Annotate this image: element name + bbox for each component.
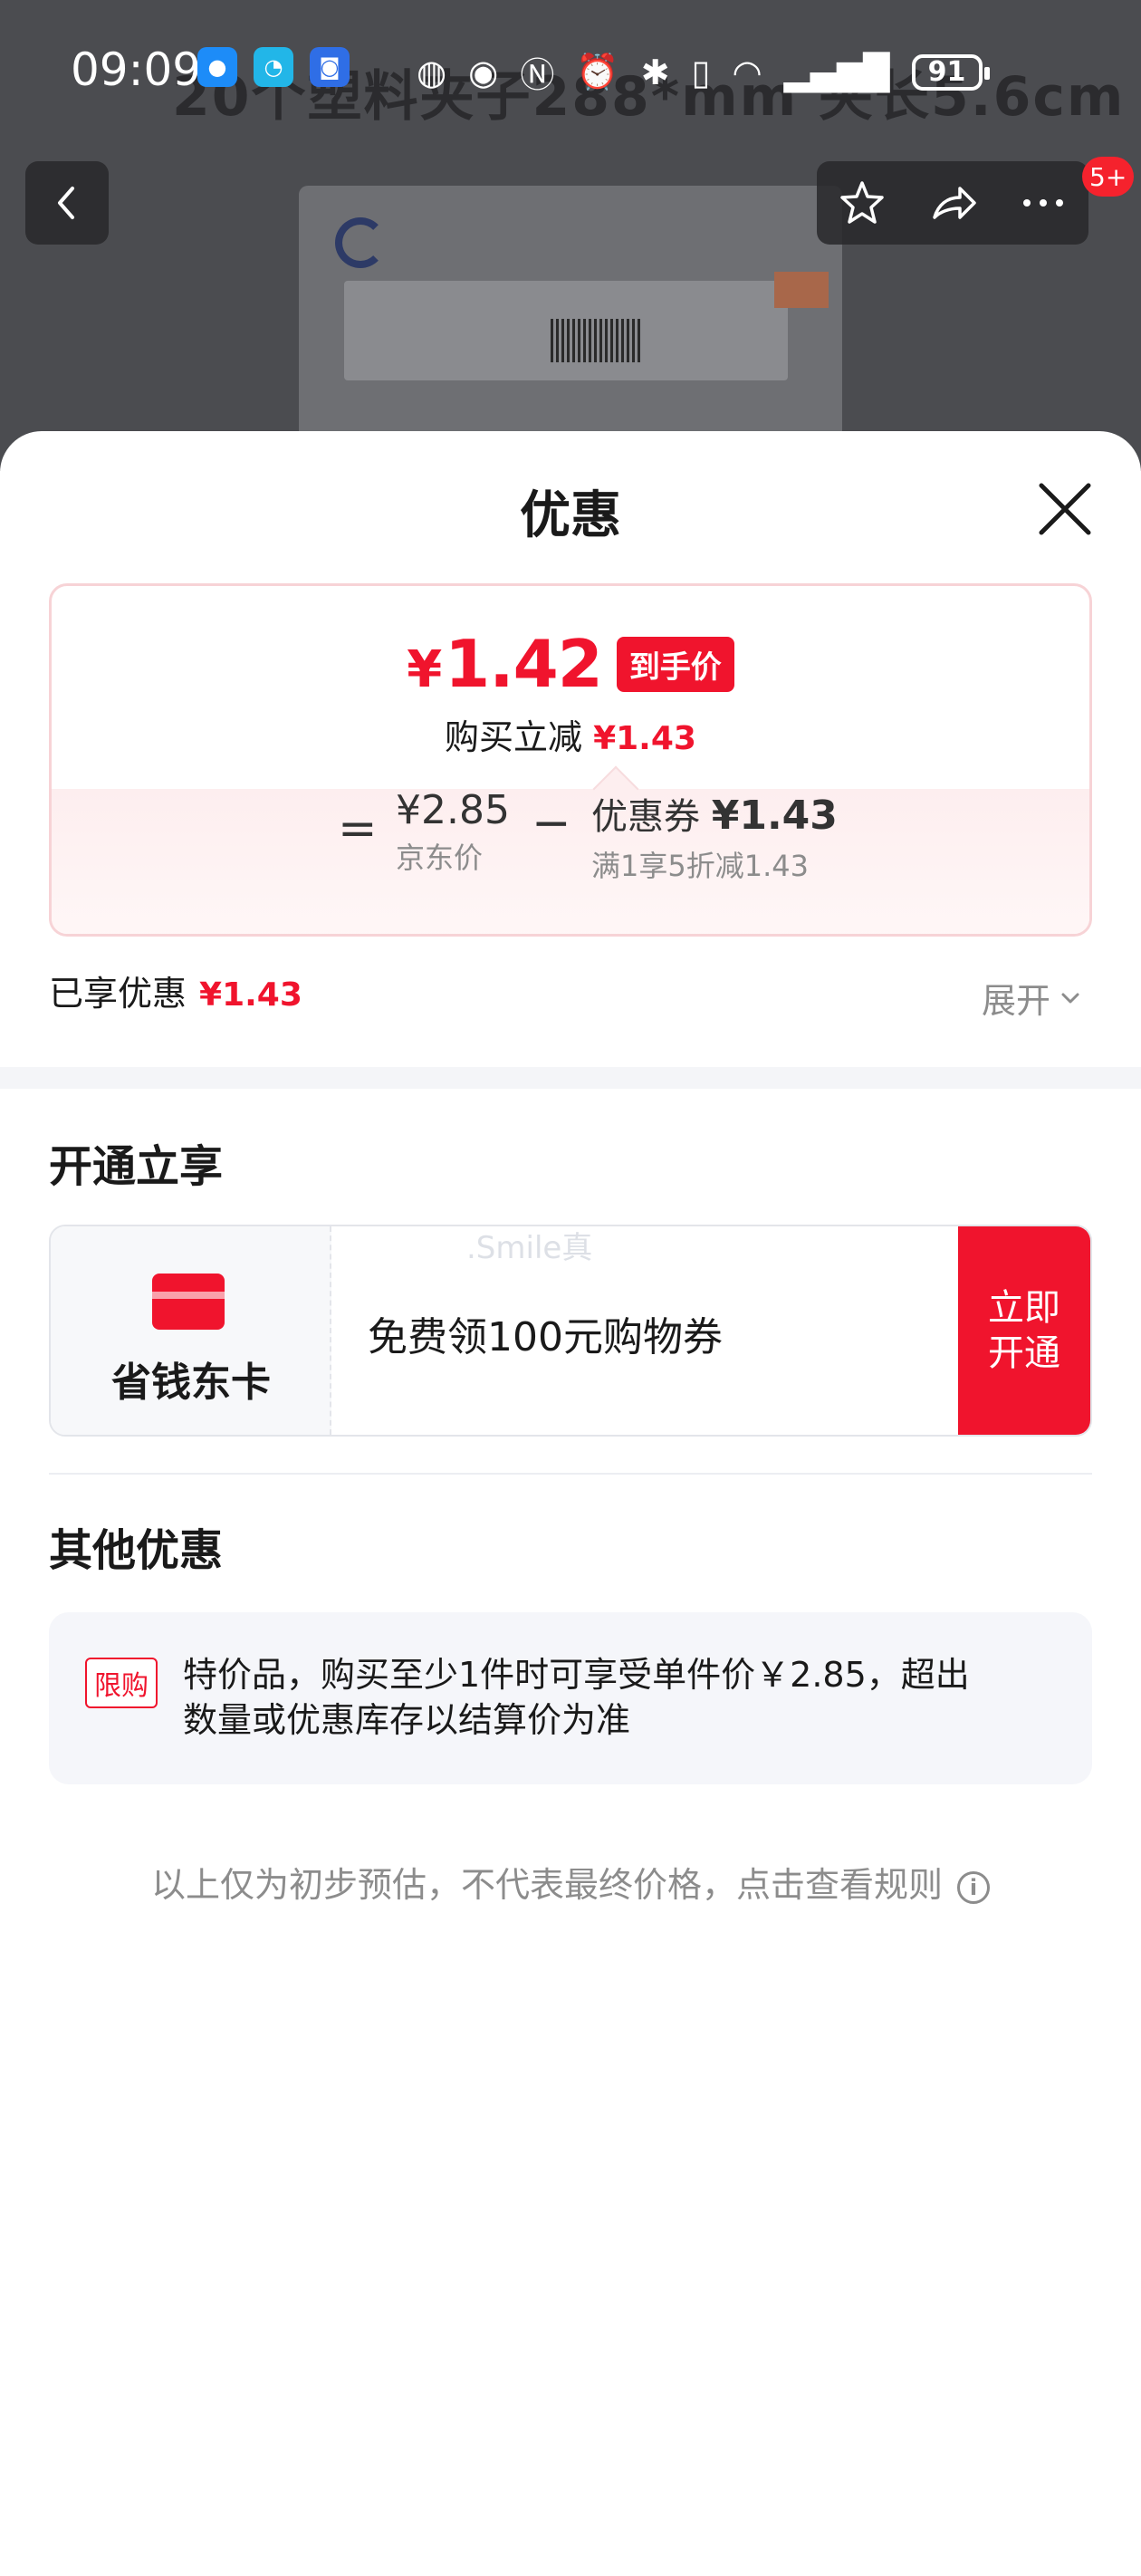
limit-tag: 限购	[85, 1658, 158, 1708]
equals-sign: =	[338, 802, 378, 856]
nfc-icon: Ⓝ	[520, 55, 555, 95]
cart-count-badge: 5+	[1082, 157, 1135, 197]
star-icon[interactable]	[837, 178, 887, 228]
open-now-label: 立即 开通	[988, 1285, 1060, 1376]
close-icon	[1039, 483, 1091, 535]
price-disclaimer-link[interactable]: 以上仅为初步预估，不代表最终价格，点击查看规则 i	[0, 1857, 1141, 1907]
nav-action-group	[817, 161, 1088, 245]
more-icon[interactable]	[1018, 178, 1069, 228]
currency-symbol: ¥	[407, 640, 442, 699]
chevron-down-icon	[1061, 993, 1079, 1003]
open-now-button[interactable]: 立即 开通	[958, 1226, 1090, 1435]
open-section-title: 开通立享	[49, 1141, 224, 1192]
final-price-section: ¥1.42 到手价 购买立减 ¥1.43	[52, 586, 1089, 789]
section-divider	[0, 1067, 1141, 1089]
final-price-value: 1.42	[445, 626, 603, 702]
expand-label: 展开	[982, 981, 1051, 1021]
membership-offer-text: 免费领100元购物券	[368, 1314, 723, 1360]
share-icon[interactable]	[927, 178, 978, 228]
status-bar: 09:09 ● ◔ ◙ ◍ ◉ Ⓝ ⏰ ✱ ▯ ◠ ▂▄▆█ 91	[0, 0, 1141, 145]
credit-card-icon	[152, 1274, 225, 1330]
limit-description: 特价品，购买至少1件时可享受单件价￥2.85，超出数量或优惠库存以结算价为准	[183, 1655, 970, 1741]
coupon-line: 优惠券 ¥1.43	[591, 787, 838, 840]
expand-button[interactable]: 展开	[982, 973, 1083, 1023]
status-system-icons: ◍ ◉ Ⓝ ⏰ ✱ ▯ ◠ ▂▄▆█ 91	[417, 47, 990, 97]
enjoyed-discount-value: ¥1.43	[199, 976, 302, 1014]
open-now-label-line2: 开通	[988, 1332, 1060, 1374]
info-icon: i	[957, 1870, 990, 1904]
instant-discount-label: 购买立减	[445, 717, 583, 757]
hd-icon: ◍	[417, 52, 447, 92]
barcode-image	[551, 319, 641, 362]
price-disclaimer-text: 以上仅为初步预估，不代表最终价格，点击查看规则	[150, 1865, 943, 1905]
sheet-title: 优惠	[520, 486, 621, 545]
chevron-left-icon	[58, 187, 74, 219]
instant-discount-row: 购买立减 ¥1.43	[52, 709, 1089, 759]
discount-sheet: 优惠 ¥1.42 到手价 购买立减 ¥1.43 = ¥2.85 京东价 − 优惠券…	[0, 431, 1141, 2576]
product-decoration	[774, 272, 829, 308]
instant-discount-value: ¥1.43	[593, 720, 696, 757]
final-price-row: ¥1.42 到手价	[52, 626, 1089, 702]
divider-line	[49, 1473, 1092, 1475]
final-price-tag: 到手价	[616, 636, 734, 692]
price-breakdown-card: ¥1.42 到手价 购买立减 ¥1.43 = ¥2.85 京东价 − 优惠券 ¥1…	[49, 583, 1092, 937]
vibrate-icon: ▯	[691, 52, 711, 92]
qq-robot-icon: ●	[197, 47, 237, 87]
coupon-label: 优惠券	[591, 796, 700, 838]
browser-icon: ◔	[254, 47, 293, 87]
status-time: 09:09	[71, 43, 202, 96]
jd-price-label: 京东价	[396, 841, 484, 875]
close-button[interactable]	[1032, 476, 1098, 542]
product-logo	[335, 217, 386, 268]
purchase-limit-notice: 限购 特价品，购买至少1件时可享受单件价￥2.85，超出数量或优惠库存以结算价为…	[49, 1612, 1092, 1784]
status-app-icons: ● ◔ ◙	[197, 47, 350, 87]
final-price: ¥1.42	[407, 626, 603, 702]
bluetooth-icon: ✱	[640, 52, 670, 92]
coupon-value: ¥1.43	[711, 793, 838, 839]
back-button[interactable]	[25, 161, 109, 245]
alarm-icon: ⏰	[576, 52, 619, 91]
watermark: .Smile真	[466, 1230, 593, 1266]
wifi-icon: ◠	[732, 52, 762, 92]
open-now-label-line1: 立即	[988, 1287, 1060, 1329]
membership-card-badge: 省钱东卡	[51, 1226, 331, 1435]
jd-price-block: ¥2.85 京东价	[396, 787, 510, 877]
minus-sign: −	[532, 796, 571, 851]
enjoyed-discount-label: 已享优惠	[49, 974, 187, 1014]
enjoyed-discount-row: 已享优惠 ¥1.43	[49, 966, 302, 1015]
other-section-title: 其他优惠	[49, 1525, 224, 1576]
jd-price-value: ¥2.85	[396, 787, 510, 833]
files-icon: ◙	[310, 47, 350, 87]
battery-icon: 91	[911, 53, 990, 91]
coupon-block: 优惠券 ¥1.43 满1享5折减1.43	[591, 787, 838, 885]
signal-icon: ▂▄▆█	[783, 52, 890, 92]
membership-card-name: 省钱东卡	[111, 1360, 271, 1406]
coupon-rule: 满1享5折减1.43	[591, 849, 809, 883]
eye-icon: ◉	[468, 52, 499, 92]
